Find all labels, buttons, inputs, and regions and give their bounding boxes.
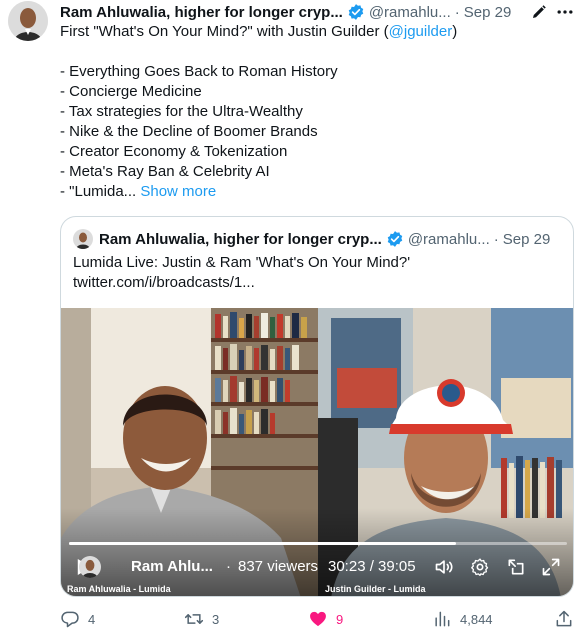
tweet-date[interactable]: Sep 29	[464, 4, 512, 21]
left-camera-label: Ram Ahluwalia - Lumida	[67, 584, 171, 594]
quoted-tweet-title: Lumida Live: Justin & Ram 'What's On You…	[73, 254, 411, 271]
video-controls: Ram Ahlu... · 837 viewers 30:23 / 39:05	[61, 554, 573, 580]
right-camera-label: Justin Guilder - Lumida	[325, 584, 426, 594]
show-more-link[interactable]: Show more	[140, 183, 216, 200]
view-count: 4,844	[460, 611, 493, 627]
quoted-tweet-header: Ram Ahluwalia, higher for longer cryp...…	[73, 228, 561, 250]
tweet-line: First "What's On Your Mind?" with Justin…	[60, 23, 458, 40]
tweet-line: - Concierge Medicine	[60, 83, 202, 100]
reply-button[interactable]: 4	[60, 607, 95, 631]
tweet-text: First "What's On Your Mind?" with Justin…	[60, 22, 570, 202]
views-button[interactable]: 4,844	[432, 607, 493, 631]
header-separator: ·	[454, 3, 460, 21]
broadcast-link[interactable]: twitter.com/i/broadcasts/1...	[73, 273, 410, 293]
bar-chart-icon	[432, 609, 452, 629]
verified-badge-icon	[386, 230, 404, 248]
picture-in-picture-icon[interactable]	[505, 556, 527, 578]
tweet-header: Ram Ahluwalia, higher for longer cryp...…	[60, 0, 588, 24]
quoted-author-handle: @ramahlu...	[407, 230, 490, 248]
retweet-count: 3	[212, 611, 220, 627]
fullscreen-icon[interactable]	[540, 556, 562, 578]
quoted-tweet-card[interactable]: Ram Ahluwalia, higher for longer cryp...…	[60, 216, 574, 597]
host-avatar	[79, 556, 101, 578]
author-avatar[interactable]	[8, 1, 48, 41]
retweet-button[interactable]: 3	[184, 607, 219, 631]
reply-icon	[60, 609, 80, 629]
tweet-line: - Everything Goes Back to Roman History	[60, 63, 338, 80]
mention-link[interactable]: @jguilder	[389, 23, 453, 40]
tweet-line: - Nike & the Decline of Boomer Brands	[60, 123, 318, 140]
viewer-count: 837 viewers	[238, 558, 319, 575]
retweet-icon	[184, 609, 204, 629]
video-time: 30:23 / 39:05	[328, 558, 416, 575]
host-name: Ram Ahlu...	[131, 558, 213, 575]
author-handle[interactable]: @ramahlu...	[369, 4, 451, 21]
quoted-header-separator: ·	[493, 230, 499, 248]
like-button[interactable]: 9	[308, 607, 343, 631]
reply-count: 4	[88, 611, 96, 627]
more-dots-icon[interactable]	[554, 1, 576, 23]
video-progress-bar[interactable]	[69, 542, 567, 545]
controls-separator: ·	[226, 558, 231, 575]
quoted-tweet-text: Lumida Live: Justin & Ram 'What's On You…	[73, 253, 410, 293]
tweet-actions: 4 3 9 4,844	[60, 607, 588, 631]
quoted-tweet-date: Sep 29	[502, 230, 551, 248]
verified-badge-icon	[347, 3, 365, 21]
tweet-line: - Meta's Ray Ban & Celebrity AI	[60, 163, 270, 180]
tweet-line: - Tax strategies for the Ultra-Wealthy	[60, 103, 303, 120]
tweet-line: - "Lumida... Show more	[60, 183, 217, 200]
video-progress-fill	[69, 542, 456, 545]
quoted-author-name: Ram Ahluwalia, higher for longer cryp...	[99, 230, 382, 248]
volume-icon[interactable]	[433, 556, 455, 578]
tweet-line: - Creator Economy & Tokenization	[60, 143, 288, 160]
heart-icon	[308, 609, 328, 629]
like-count: 9	[336, 611, 344, 627]
tweet-line	[60, 42, 570, 62]
gear-icon[interactable]	[469, 556, 491, 578]
author-name[interactable]: Ram Ahluwalia, higher for longer cryp...	[60, 4, 343, 21]
share-icon	[554, 609, 574, 629]
edit-pencil-icon	[528, 1, 550, 23]
share-button[interactable]	[554, 607, 574, 631]
video-player[interactable]: Ram Ahlu... · 837 viewers 30:23 / 39:05 …	[61, 308, 573, 596]
quoted-author-avatar	[73, 229, 93, 249]
